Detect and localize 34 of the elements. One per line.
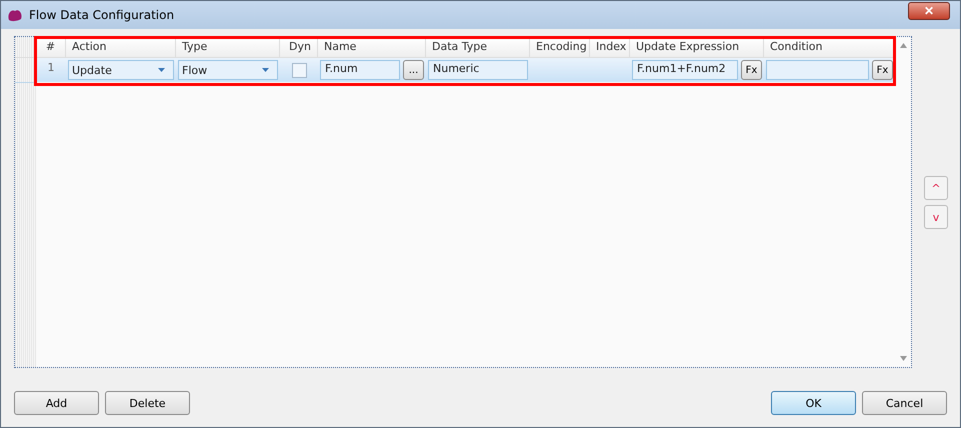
column-header[interactable]: Type (176, 37, 280, 57)
input-field[interactable]: F.num (320, 60, 400, 80)
column-header[interactable]: Update Expression (630, 37, 764, 57)
column-header[interactable]: Name (318, 37, 426, 57)
input-field[interactable]: F.num1+F.num2 (632, 60, 738, 80)
row-number: 1 (46, 60, 56, 74)
move-button[interactable]: ^ (924, 176, 948, 200)
move-button[interactable]: v (924, 205, 948, 229)
input-field[interactable]: Numeric (428, 60, 528, 80)
dropdown[interactable]: Flow (178, 60, 278, 80)
dropdown[interactable]: Update (68, 60, 174, 80)
column-header[interactable]: Action (66, 37, 176, 57)
column-header[interactable]: Dyn (280, 37, 318, 57)
small-button[interactable]: Fx (872, 60, 893, 80)
input-field[interactable] (766, 60, 869, 80)
caret-icon[interactable] (158, 68, 165, 72)
column-header[interactable]: Encoding (530, 37, 590, 57)
small-button[interactable]: Fx (741, 60, 762, 80)
window-title: Flow Data Configuration (29, 8, 176, 22)
dialog-button[interactable]: OK (771, 391, 856, 415)
blob-icon (7, 8, 23, 22)
caret-icon[interactable] (262, 68, 269, 72)
small-button[interactable]: ... (403, 60, 424, 80)
column-header[interactable]: Condition (764, 37, 895, 57)
checkbox[interactable] (292, 62, 306, 78)
scroll-down-icon[interactable] (900, 356, 906, 361)
dialog-button[interactable]: Add (14, 391, 99, 415)
dialog-button[interactable]: Delete (105, 391, 190, 415)
scroll-up-icon[interactable] (900, 43, 906, 48)
table-row[interactable]: 1 Update Flow F.num ... Numeric F.num1+F.num2 Fx Fx (36, 58, 895, 82)
column-header[interactable]: Index (590, 37, 630, 57)
column-header[interactable]: Data Type (426, 37, 530, 57)
column-header[interactable]: # (36, 37, 66, 57)
dialog-button[interactable]: Cancel (862, 391, 947, 415)
